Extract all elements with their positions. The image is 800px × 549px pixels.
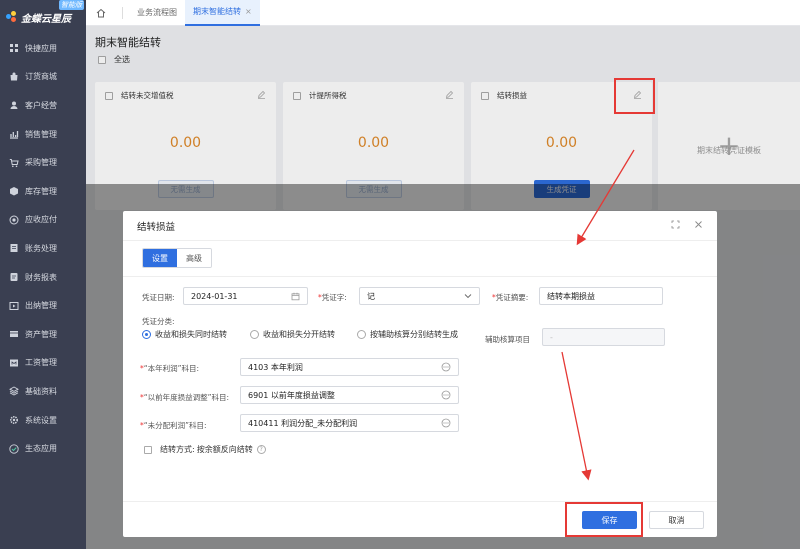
settings-tabs: 设置 高级 bbox=[142, 248, 212, 268]
annotation-box-edit bbox=[614, 78, 655, 114]
tab-advanced[interactable]: 高级 bbox=[177, 249, 211, 267]
profit-subject-field[interactable]: 4103 本年利润 bbox=[240, 358, 459, 376]
logo-icon bbox=[6, 11, 18, 23]
home-icon bbox=[96, 8, 106, 17]
modal-title: 结转损益 bbox=[137, 221, 176, 233]
calendar-icon[interactable] bbox=[291, 292, 300, 301]
sidebar-item-user[interactable]: 客户经营 bbox=[0, 91, 86, 120]
salary-icon bbox=[9, 358, 19, 368]
more-icon[interactable] bbox=[441, 390, 451, 400]
close-icon[interactable]: × bbox=[245, 7, 252, 16]
logo-text: 金蝶云星辰 bbox=[21, 13, 71, 25]
sidebar-item-label: 快捷应用 bbox=[25, 43, 57, 53]
layers-icon bbox=[9, 386, 19, 396]
tab-business-flow[interactable]: 业务流程图 bbox=[129, 0, 185, 26]
close-icon[interactable] bbox=[694, 220, 703, 232]
sidebar-item-label: 销售管理 bbox=[25, 129, 57, 139]
cashier-icon bbox=[9, 301, 19, 311]
adjust-subject-field[interactable]: 6901 以前年度损益调整 bbox=[240, 386, 459, 404]
sidebar-item-layers[interactable]: 基础资料 bbox=[0, 377, 86, 406]
adjust-subject-label: *“以前年度损益调整”科目: bbox=[140, 393, 230, 402]
ledger-icon bbox=[9, 243, 19, 253]
sidebar-item-check[interactable]: 生态应用 bbox=[0, 434, 86, 463]
sidebar-item-label: 采购管理 bbox=[25, 158, 57, 168]
sidebar-item-ledger[interactable]: 账务处理 bbox=[0, 234, 86, 263]
profit-subject-label: *“本年利润”科目: bbox=[140, 364, 200, 373]
sidebar-item-label: 系统设置 bbox=[25, 415, 57, 425]
more-icon[interactable] bbox=[441, 362, 451, 372]
logo[interactable]: 金蝶云星辰 智能版 bbox=[0, 0, 86, 34]
cancel-button[interactable]: 取消 bbox=[649, 511, 704, 529]
tab-settings[interactable]: 设置 bbox=[143, 249, 177, 267]
voucher-date-field[interactable]: 2024-01-31 bbox=[183, 287, 308, 305]
sidebar-item-salary[interactable]: 工资管理 bbox=[0, 349, 86, 378]
sidebar-item-shop[interactable]: 订货商城 bbox=[0, 63, 86, 92]
sidebar-item-label: 资产管理 bbox=[25, 329, 57, 339]
report-icon bbox=[9, 272, 19, 282]
expand-icon[interactable] bbox=[671, 220, 680, 232]
sidebar-item-box[interactable]: 库存管理 bbox=[0, 177, 86, 206]
method-checkbox[interactable] bbox=[144, 445, 152, 454]
gear-icon bbox=[9, 415, 19, 425]
sidebar-item-label: 账务处理 bbox=[25, 243, 57, 253]
coin-icon bbox=[9, 215, 19, 225]
radio-simultaneous[interactable]: 收益和损失同时结转 bbox=[142, 329, 227, 340]
aux-label: 辅助核算项目 bbox=[485, 335, 530, 344]
transfer-method[interactable]: 结转方式: 按余额反向结转 ? bbox=[144, 444, 266, 455]
undistributed-subject-label: *“未分配利润”科目: bbox=[140, 421, 207, 430]
sidebar-item-grid[interactable]: 快捷应用 bbox=[0, 34, 86, 63]
divider bbox=[123, 276, 717, 277]
sidebar-item-label: 应收应付 bbox=[25, 215, 57, 225]
voucher-word-label: *凭证字: bbox=[318, 293, 347, 302]
sidebar-item-report[interactable]: 财务报表 bbox=[0, 263, 86, 292]
sidebar-item-cashier[interactable]: 出纳管理 bbox=[0, 291, 86, 320]
sidebar: 金蝶云星辰 智能版 快捷应用订货商城客户经营销售管理采购管理库存管理应收应付账务… bbox=[0, 0, 86, 549]
chevron-down-icon bbox=[464, 293, 472, 299]
sidebar-item-label: 工资管理 bbox=[25, 358, 57, 368]
sidebar-item-label: 基础资料 bbox=[25, 386, 57, 396]
chart-icon bbox=[9, 129, 19, 139]
annotation-box-save bbox=[565, 502, 643, 537]
sidebar-item-coin[interactable]: 应收应付 bbox=[0, 206, 86, 235]
sidebar-item-label: 客户经营 bbox=[25, 100, 57, 110]
radio-by-auxiliary[interactable]: 按辅助核算分别结转生成 bbox=[357, 329, 458, 340]
sidebar-item-label: 财务报表 bbox=[25, 272, 57, 282]
voucher-date-label: 凭证日期: bbox=[142, 293, 175, 302]
sidebar-item-chart[interactable]: 销售管理 bbox=[0, 120, 86, 149]
help-icon[interactable]: ? bbox=[256, 445, 266, 454]
category-label: 凭证分类: bbox=[142, 317, 175, 326]
sidebar-item-label: 生态应用 bbox=[25, 444, 57, 454]
radio-separate[interactable]: 收益和损失分开结转 bbox=[250, 329, 335, 340]
sidebar-item-asset[interactable]: 资产管理 bbox=[0, 320, 86, 349]
profit-loss-modal: 结转损益 设置 高级 凭证日期: 2024-01-31 *凭证字: 记 *凭证摘… bbox=[123, 211, 717, 537]
home-tab[interactable] bbox=[86, 0, 116, 26]
undistributed-subject-field[interactable]: 410411 利润分配_未分配利润 bbox=[240, 414, 459, 432]
tab-bar: 业务流程图 期末智能结转 × bbox=[86, 0, 800, 26]
box-icon bbox=[9, 186, 19, 196]
asset-icon bbox=[9, 329, 19, 339]
user-icon bbox=[9, 100, 19, 110]
summary-input[interactable]: 结转本期损益 bbox=[539, 287, 663, 305]
sidebar-item-cart[interactable]: 采购管理 bbox=[0, 148, 86, 177]
logo-badge: 智能版 bbox=[59, 0, 84, 10]
more-icon[interactable] bbox=[441, 418, 451, 428]
sidebar-item-label: 出纳管理 bbox=[25, 301, 57, 311]
sidebar-item-label: 库存管理 bbox=[25, 186, 57, 196]
tab-period-end-transfer[interactable]: 期末智能结转 × bbox=[185, 0, 260, 26]
backdrop-top bbox=[86, 26, 800, 184]
summary-label: *凭证摘要: bbox=[492, 293, 529, 302]
shop-icon bbox=[9, 72, 19, 82]
voucher-word-select[interactable]: 记 bbox=[359, 287, 480, 305]
aux-item-field: - bbox=[542, 328, 665, 346]
sidebar-item-gear[interactable]: 系统设置 bbox=[0, 406, 86, 435]
check-icon bbox=[9, 443, 19, 454]
grid-icon bbox=[9, 43, 19, 53]
tab-divider bbox=[122, 6, 123, 19]
cart-icon bbox=[9, 158, 19, 168]
sidebar-item-label: 订货商城 bbox=[25, 72, 57, 82]
